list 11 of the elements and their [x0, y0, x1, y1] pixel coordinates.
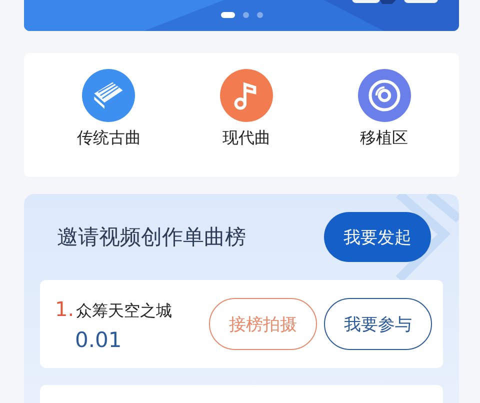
category-button[interactable]: 传统古曲: [40, 69, 178, 149]
page-dot[interactable]: [256, 12, 262, 18]
panel-title: 邀请视频创作单曲榜: [57, 224, 246, 251]
start-button[interactable]: 我要发起: [324, 212, 431, 262]
song-title: 众筹天空之城: [76, 300, 172, 322]
category-button[interactable]: 现代曲: [178, 69, 316, 149]
rank-number: 1.: [55, 296, 74, 320]
category-button[interactable]: 移植区: [315, 69, 453, 149]
page-dot[interactable]: [242, 12, 248, 18]
join-button[interactable]: 我要参与: [324, 298, 432, 350]
amount-value: 0.01: [74, 328, 123, 352]
